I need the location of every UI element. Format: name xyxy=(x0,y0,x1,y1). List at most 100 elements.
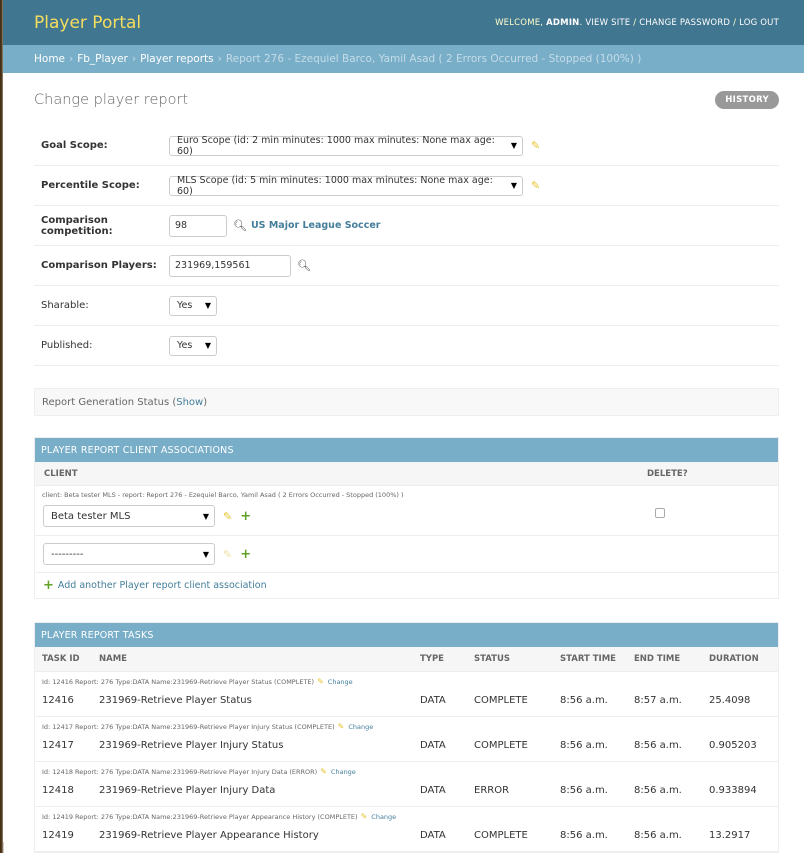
task-cells: 12418 231969-Retrieve Player Injury Data… xyxy=(35,785,778,796)
client-associations-title: PLAYER REPORT CLIENT ASSOCIATIONS xyxy=(35,438,778,462)
history-button[interactable]: HISTORY xyxy=(715,90,779,109)
pencil-icon: ✎ xyxy=(360,812,368,821)
status-section-close: ) xyxy=(203,396,208,408)
comparison-competition-input[interactable]: 98 xyxy=(169,214,227,237)
breadcrumb-separator: › xyxy=(69,53,74,65)
change-link[interactable]: Change xyxy=(328,678,353,686)
breadcrumb: Home › Fb_Player › Player reports › Repo… xyxy=(3,45,804,73)
comparison-competition-label: Comparison competition: xyxy=(41,214,113,237)
col-client: CLIENT xyxy=(44,468,78,479)
header: Player Portal WELCOME, ADMIN. VIEW SITE … xyxy=(3,0,804,45)
task-type: DATA xyxy=(420,695,446,706)
pencil-icon: ✎ xyxy=(317,677,324,686)
task-duration: 13.2917 xyxy=(709,830,751,841)
goal-scope-value: Euro Scope (id: 2 min minutes: 1000 max … xyxy=(177,134,495,157)
view-site-link[interactable]: VIEW SITE xyxy=(585,18,630,28)
pencil-icon: ✎ xyxy=(223,547,233,561)
task-end: 8:56 a.m. xyxy=(634,830,682,841)
page: Player Portal WELCOME, ADMIN. VIEW SITE … xyxy=(3,0,804,853)
task-end: 8:57 a.m. xyxy=(634,695,682,706)
task-name: 231969-Retrieve Player Injury Status xyxy=(99,740,284,751)
task-duration: 0.905203 xyxy=(709,740,757,751)
welcome-text: WELCOME, xyxy=(495,17,544,28)
user-tools: WELCOME, ADMIN. VIEW SITE / CHANGE PASSW… xyxy=(495,17,779,28)
task-id: 12416 xyxy=(42,695,74,706)
change-link[interactable]: Change xyxy=(331,768,356,776)
show-link[interactable]: Show xyxy=(176,397,203,408)
breadcrumb-app[interactable]: Fb_Player xyxy=(77,53,128,65)
client-select[interactable]: Beta tester MLS ▼ xyxy=(43,505,215,527)
task-meta: Id: 12417 Report: 276 Type:DATA Name:231… xyxy=(35,717,778,731)
task-status: ERROR xyxy=(474,785,510,796)
pencil-icon[interactable]: ✎ xyxy=(531,139,540,152)
pencil-icon[interactable]: ✎ xyxy=(223,510,232,523)
client-associations-inline: PLAYER REPORT CLIENT ASSOCIATIONS CLIENT… xyxy=(34,437,779,599)
comparison-players-label: Comparison Players: xyxy=(41,260,157,271)
task-type: DATA xyxy=(420,830,446,841)
title-row: Change player report HISTORY xyxy=(34,73,779,126)
col-status: STATUS xyxy=(474,654,511,664)
search-icon[interactable]: 🔍︎ xyxy=(297,259,311,272)
plus-icon[interactable]: + xyxy=(240,509,251,524)
task-meta-text: Id: 12418 Report: 276 Type:DATA Name:231… xyxy=(42,767,318,776)
chevron-down-icon: ▼ xyxy=(202,511,209,521)
client-select[interactable]: --------- ▼ xyxy=(43,543,215,565)
search-icon[interactable]: 🔍︎ xyxy=(233,219,247,232)
change-link[interactable]: Change xyxy=(371,813,396,821)
competition-lookup-label: US Major League Soccer xyxy=(250,220,381,231)
main-fieldset: Goal Scope: Euro Scope (id: 2 min minute… xyxy=(34,126,779,366)
published-label: Published: xyxy=(41,340,93,351)
task-id: 12419 xyxy=(42,830,74,841)
table-row: Id: 12417 Report: 276 Type:DATA Name:231… xyxy=(35,717,778,762)
breadcrumb-separator: › xyxy=(131,53,137,65)
chevron-down-icon: ▼ xyxy=(204,301,211,310)
add-another-link[interactable]: Add another Player report client associa… xyxy=(58,580,267,591)
task-status: COMPLETE xyxy=(474,695,528,706)
association-row: client: Beta tester MLS - report: Report… xyxy=(35,486,778,536)
association-fields: --------- ▼ ✎ + xyxy=(35,536,778,571)
goal-scope-select[interactable]: Euro Scope (id: 2 min minutes: 1000 max … xyxy=(169,134,523,157)
username: ADMIN xyxy=(546,17,580,28)
percentile-scope-value: MLS Scope (id: 5 min minutes: 1000 max m… xyxy=(177,174,493,197)
sharable-value: Yes xyxy=(177,300,193,311)
pencil-icon[interactable]: ✎ xyxy=(531,179,540,192)
delete-checkbox[interactable] xyxy=(655,508,665,518)
client-associations-header: CLIENT DELETE? xyxy=(35,462,778,486)
status-section-label: Report Generation Status ( xyxy=(42,396,177,408)
task-meta-text: Id: 12419 Report: 276 Type:DATA Name:231… xyxy=(42,812,358,821)
client-value: --------- xyxy=(51,548,84,560)
task-type: DATA xyxy=(420,740,446,751)
site-name[interactable]: Player Portal xyxy=(34,13,141,33)
comparison-players-input[interactable]: 231969,159561 xyxy=(169,254,291,277)
task-start: 8:56 a.m. xyxy=(560,695,608,706)
task-duration: 25.4098 xyxy=(709,695,751,706)
breadcrumb-home[interactable]: Home xyxy=(34,53,65,65)
published-select[interactable]: Yes ▼ xyxy=(169,335,217,356)
add-another-row[interactable]: + Add another Player report client assoc… xyxy=(35,573,778,598)
col-duration: DURATION xyxy=(709,654,759,664)
col-name: NAME xyxy=(99,654,127,664)
chevron-down-icon: ▼ xyxy=(510,181,517,190)
col-type: TYPE xyxy=(420,654,444,664)
change-password-link[interactable]: CHANGE PASSWORD xyxy=(639,18,730,28)
task-name: 231969-Retrieve Player Status xyxy=(99,695,252,706)
plus-icon[interactable]: + xyxy=(240,547,251,562)
task-meta: Id: 12418 Report: 276 Type:DATA Name:231… xyxy=(35,762,778,776)
report-generation-status: Report Generation Status (Show) xyxy=(34,388,779,416)
published-row: Published: Yes ▼ xyxy=(34,326,779,366)
tasks-inline: PLAYER REPORT TASKS TASK ID NAME TYPE ST… xyxy=(34,622,779,853)
page-title: Change player report xyxy=(34,91,189,108)
task-meta: Id: 12416 Report: 276 Type:DATA Name:231… xyxy=(35,672,778,686)
sharable-select[interactable]: Yes ▼ xyxy=(169,295,217,316)
separator: / xyxy=(633,17,637,28)
pencil-icon: ✎ xyxy=(320,767,327,776)
plus-icon: + xyxy=(43,578,54,593)
tasks-title: PLAYER REPORT TASKS xyxy=(35,623,778,647)
change-link[interactable]: Change xyxy=(348,723,373,731)
percentile-scope-select[interactable]: MLS Scope (id: 5 min minutes: 1000 max m… xyxy=(169,174,523,197)
log-out-link[interactable]: LOG OUT xyxy=(739,18,779,28)
breadcrumb-model[interactable]: Player reports xyxy=(140,53,214,65)
chevron-down-icon: ▼ xyxy=(204,341,211,350)
task-meta-text: Id: 12417 Report: 276 Type:DATA Name:231… xyxy=(42,722,335,731)
table-row: Id: 12419 Report: 276 Type:DATA Name:231… xyxy=(35,807,778,852)
